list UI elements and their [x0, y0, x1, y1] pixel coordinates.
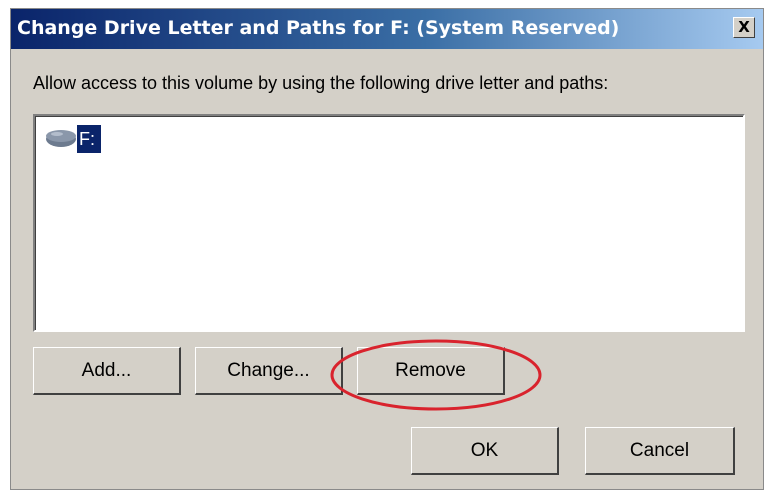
title-bar[interactable]: Change Drive Letter and Paths for F: (Sy… — [11, 9, 763, 49]
cancel-button[interactable]: Cancel — [585, 427, 735, 475]
list-item[interactable]: F: — [45, 124, 101, 154]
window-title: Change Drive Letter and Paths for F: (Sy… — [17, 17, 620, 39]
change-button[interactable]: Change... — [195, 347, 343, 395]
close-button[interactable]: X — [733, 17, 755, 38]
drive-letter-label: F: — [77, 125, 101, 153]
drive-icon — [46, 130, 76, 147]
change-drive-letter-dialog: Change Drive Letter and Paths for F: (Sy… — [10, 8, 764, 490]
ok-button[interactable]: OK — [411, 427, 559, 475]
add-button[interactable]: Add... — [33, 347, 181, 395]
description-label: Allow access to this volume by using the… — [33, 73, 609, 93]
remove-button[interactable]: Remove — [357, 347, 505, 395]
drive-path-list[interactable]: F: — [33, 114, 745, 332]
